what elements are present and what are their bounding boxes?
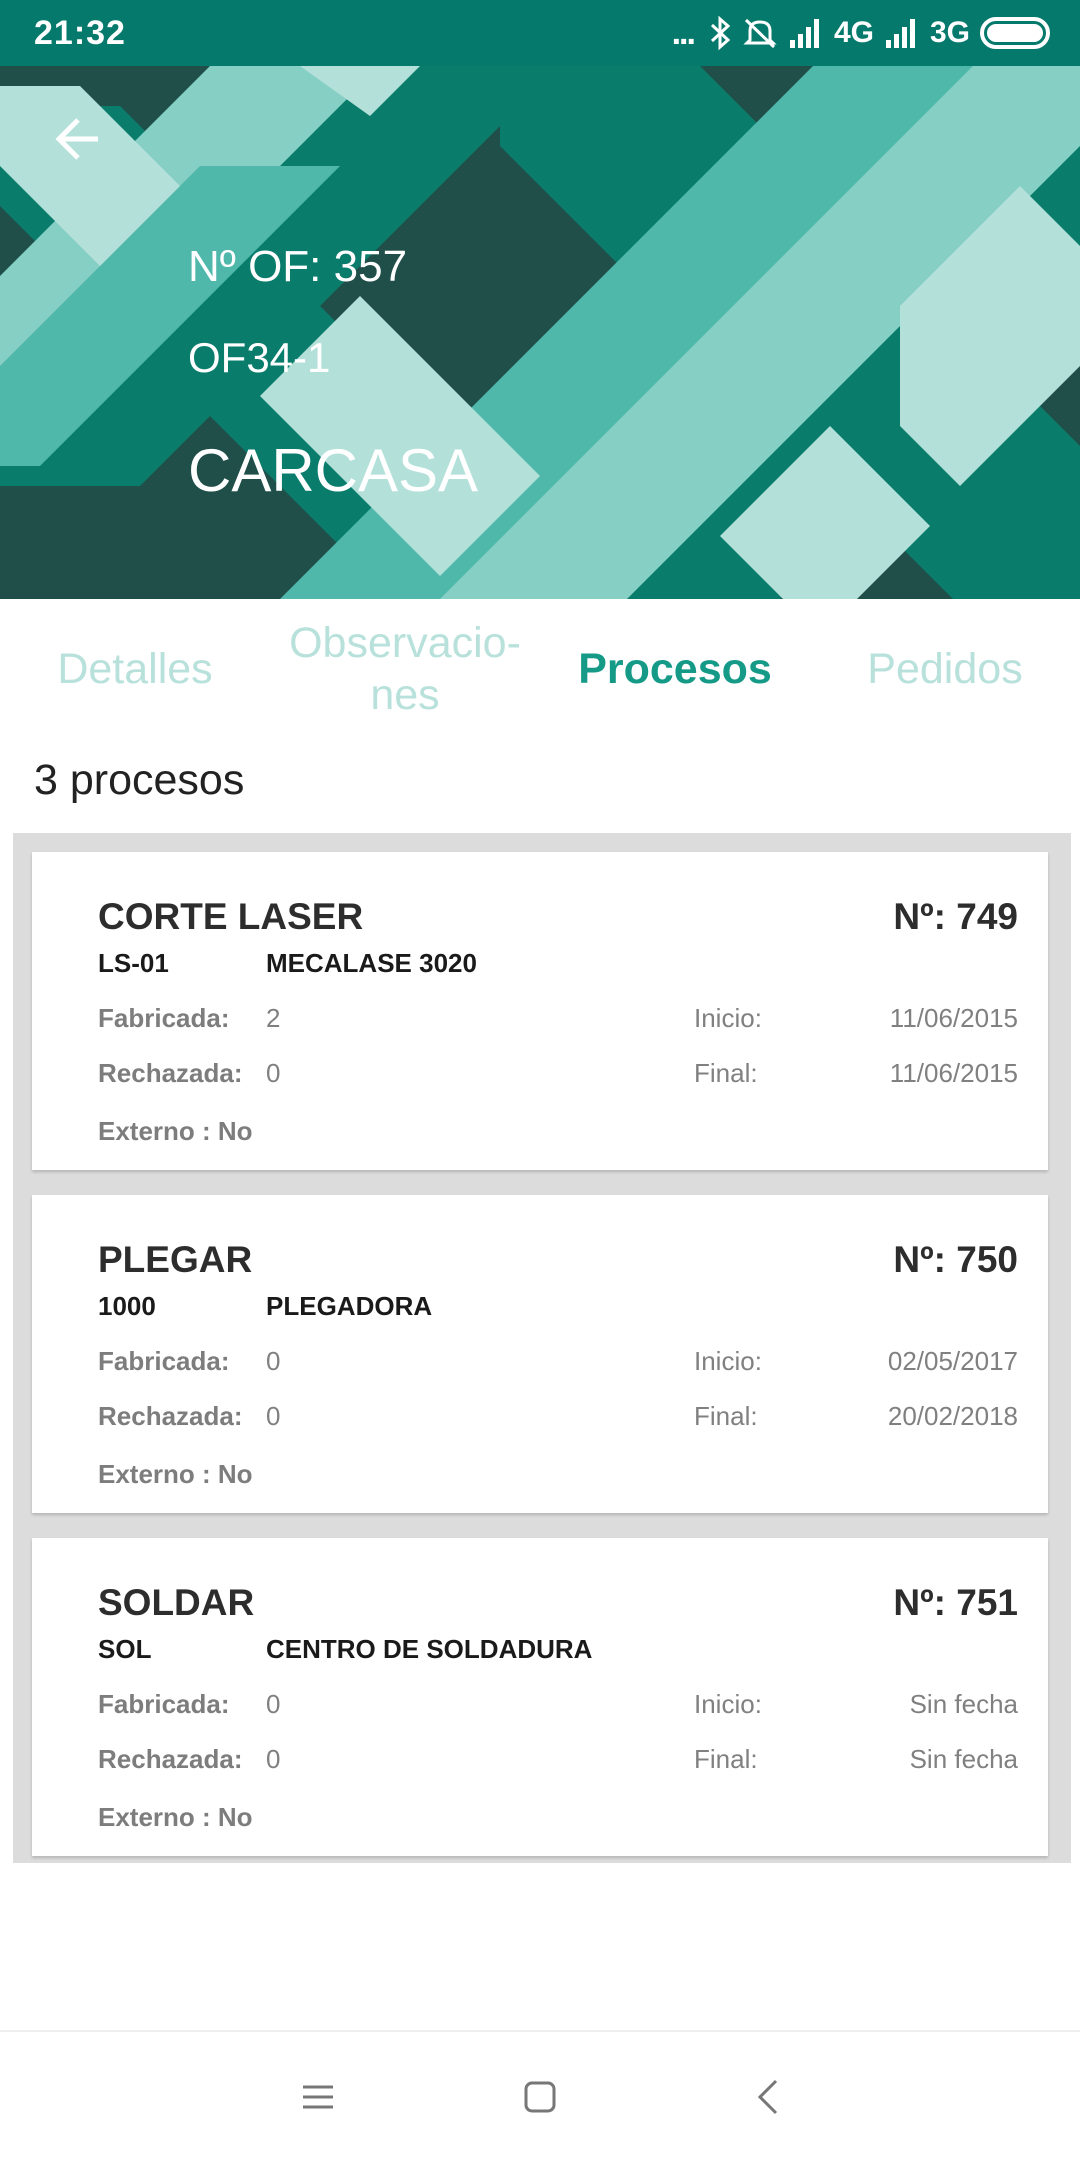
tab-procesos[interactable]: Procesos — [540, 599, 810, 739]
process-title: PLEGAR — [98, 1239, 253, 1280]
rechazada-value: 0 — [266, 1744, 281, 1774]
inicio-label: Inicio: — [694, 1346, 762, 1376]
chevron-left-icon — [757, 2079, 778, 2115]
machine-code: LS-01 — [98, 948, 169, 978]
process-title: CORTE LASER — [98, 896, 364, 937]
order-name: CARCASA — [188, 437, 479, 504]
process-title: SOLDAR — [98, 1582, 255, 1623]
externo-label: Externo : No — [98, 1802, 253, 1832]
battery-icon — [980, 17, 1050, 49]
machine-name: CENTRO DE SOLDADURA — [266, 1634, 593, 1664]
rechazada-label: Rechazada: — [98, 1744, 243, 1774]
process-card[interactable]: PLEGAR Nº: 750 1000 PLEGADORA Fabricada:… — [32, 1195, 1048, 1513]
rechazada-label: Rechazada: — [98, 1401, 243, 1431]
machine-name: PLEGADORA — [266, 1291, 433, 1321]
muted-bell-icon — [743, 18, 777, 49]
status-icons: ... 4G 3G — [672, 14, 1050, 53]
rechazada-value: 0 — [266, 1401, 281, 1431]
rechazada-value: 0 — [266, 1058, 281, 1088]
network-type-2: 3G — [929, 16, 970, 49]
process-number: Nº: 750 — [893, 1239, 1018, 1280]
home-button[interactable] — [502, 2062, 578, 2132]
process-card[interactable]: SOLDAR Nº: 751 SOL CENTRO DE SOLDADURA F… — [32, 1538, 1048, 1856]
inicio-value: Sin fecha — [909, 1689, 1018, 1719]
machine-name: MECALASE 3020 — [266, 948, 477, 978]
arrow-left-icon — [55, 118, 98, 160]
menu-button[interactable] — [280, 2062, 356, 2132]
process-count: 3 procesos — [34, 756, 245, 804]
status-time: 21:32 — [34, 13, 126, 52]
tab-bar: Detalles Observacio- nes Procesos Pedido… — [0, 599, 1080, 739]
header-banner: Nº OF: 357 OF34-1 CARCASA — [0, 66, 1080, 599]
fabricada-label: Fabricada: — [98, 1346, 230, 1376]
fabricada-label: Fabricada: — [98, 1689, 230, 1719]
final-value: 11/06/2015 — [889, 1058, 1018, 1088]
machine-code: 1000 — [98, 1291, 156, 1321]
rechazada-label: Rechazada: — [98, 1058, 243, 1088]
bluetooth-icon — [710, 16, 731, 50]
inicio-value: 02/05/2017 — [887, 1346, 1018, 1376]
process-number: Nº: 749 — [893, 896, 1018, 937]
tab-pedidos[interactable]: Pedidos — [810, 599, 1080, 739]
final-value: Sin fecha — [909, 1744, 1018, 1774]
order-code: OF34-1 — [188, 334, 331, 381]
final-label: Final: — [694, 1744, 758, 1774]
order-number: Nº OF: 357 — [188, 242, 408, 291]
fabricada-value: 0 — [266, 1689, 281, 1719]
inicio-label: Inicio: — [694, 1003, 762, 1033]
inicio-value: 11/06/2015 — [889, 1003, 1018, 1033]
tab-observaciones[interactable]: Observacio- nes — [270, 599, 540, 739]
fabricada-value: 2 — [266, 1003, 281, 1033]
signal-icon — [789, 19, 819, 48]
more-notifications-icon: ... — [671, 13, 696, 52]
inicio-label: Inicio: — [694, 1689, 762, 1719]
fabricada-value: 0 — [266, 1346, 281, 1376]
signal-icon — [885, 19, 915, 48]
process-number: Nº: 751 — [893, 1582, 1018, 1623]
fabricada-label: Fabricada: — [98, 1003, 230, 1033]
back-nav-button[interactable] — [730, 2062, 806, 2132]
machine-code: SOL — [98, 1634, 152, 1664]
status-bar: 21:32 ... 4G 3G — [0, 0, 1080, 66]
back-button[interactable] — [40, 101, 116, 177]
final-label: Final: — [694, 1058, 758, 1088]
tab-detalles[interactable]: Detalles — [0, 599, 270, 739]
process-card[interactable]: CORTE LASER Nº: 749 LS-01 MECALASE 3020 … — [32, 852, 1048, 1170]
externo-label: Externo : No — [98, 1116, 253, 1146]
menu-icon — [303, 2085, 333, 2109]
final-value: 20/02/2018 — [887, 1401, 1018, 1431]
externo-label: Externo : No — [98, 1459, 253, 1489]
network-type-1: 4G — [833, 16, 874, 49]
final-label: Final: — [694, 1401, 758, 1431]
system-nav-bar — [0, 2030, 1080, 2160]
square-home-icon — [524, 2081, 556, 2113]
header-pattern — [0, 66, 1080, 599]
